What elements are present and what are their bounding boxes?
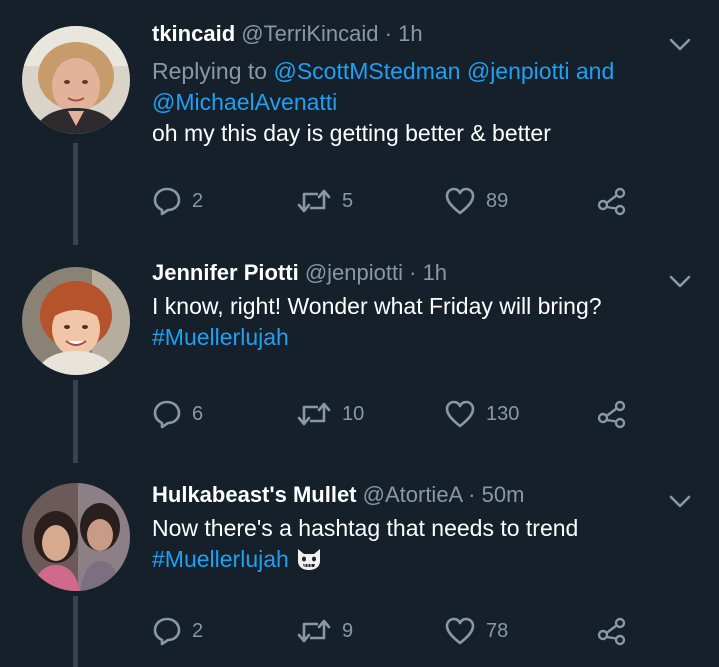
cat-face-emoji-icon xyxy=(298,549,321,570)
reply-count: 2 xyxy=(192,189,204,212)
handle[interactable]: @AtortieA xyxy=(363,482,462,507)
tweet-text: oh my this day is getting better & bette… xyxy=(152,120,551,146)
retweet-icon xyxy=(296,399,332,429)
tweet-1[interactable]: tkincaid @TerriKincaid · 1h Replying to … xyxy=(0,0,719,245)
retweet-icon xyxy=(296,186,332,216)
avatar-atortiea[interactable] xyxy=(22,483,130,591)
separator: · xyxy=(409,260,417,285)
separator: · xyxy=(468,482,476,507)
reply-button[interactable]: 2 xyxy=(152,616,203,646)
tweet-text: I know, right! Wonder what Friday will b… xyxy=(152,291,659,353)
share-icon xyxy=(596,616,628,646)
mention-link[interactable]: @ScottMStedman xyxy=(273,58,460,84)
handle[interactable]: @jenpiotti xyxy=(305,260,403,285)
retweet-count: 5 xyxy=(342,189,354,212)
reply-icon xyxy=(152,616,182,646)
chevron-down-icon[interactable] xyxy=(669,275,691,289)
thread-line xyxy=(73,380,78,463)
thread-line xyxy=(73,143,78,245)
mention-and: and xyxy=(575,58,615,84)
share-icon xyxy=(596,399,628,429)
timestamp[interactable]: 1h xyxy=(423,260,447,285)
share-icon xyxy=(596,186,628,216)
tweet-header: Hulkabeast's Mullet @AtortieA · 50m xyxy=(152,481,659,509)
tweet-text-body: Now there's a hashtag that needs to tren… xyxy=(152,515,579,541)
chevron-down-icon[interactable] xyxy=(669,38,691,52)
like-button[interactable]: 78 xyxy=(444,616,508,646)
like-count: 89 xyxy=(486,189,509,212)
retweet-count: 9 xyxy=(342,619,354,642)
reply-icon xyxy=(152,186,182,216)
tweet-header: tkincaid @TerriKincaid · 1h xyxy=(152,20,659,48)
timestamp[interactable]: 50m xyxy=(482,482,525,507)
share-button[interactable] xyxy=(596,186,628,216)
mention-link[interactable]: @jenpiotti xyxy=(467,58,570,84)
tweet-text: Now there's a hashtag that needs to tren… xyxy=(152,513,659,575)
reply-button[interactable]: 6 xyxy=(152,399,203,429)
avatar-tkincaid[interactable] xyxy=(22,26,130,134)
avatar-jenpiotti[interactable] xyxy=(22,267,130,375)
like-button[interactable]: 89 xyxy=(444,186,508,216)
reply-icon xyxy=(152,399,182,429)
like-count: 130 xyxy=(486,402,520,425)
like-icon xyxy=(444,616,476,646)
tweet-2[interactable]: Jennifer Piotti @jenpiotti · 1h I know, … xyxy=(0,245,719,463)
retweet-count: 10 xyxy=(342,402,365,425)
like-icon xyxy=(444,399,476,429)
handle[interactable]: @TerriKincaid xyxy=(241,21,378,46)
tweet-3[interactable]: Hulkabeast's Mullet @AtortieA · 50m Now … xyxy=(0,463,719,667)
hashtag-link[interactable]: #Muellerlujah xyxy=(152,324,289,350)
display-name[interactable]: Jennifer Piotti xyxy=(152,260,299,285)
hashtag-link[interactable]: #Muellerlujah xyxy=(152,546,289,572)
retweet-icon xyxy=(296,616,332,646)
like-icon xyxy=(444,186,476,216)
replying-to-label: Replying to xyxy=(152,58,268,84)
timestamp[interactable]: 1h xyxy=(398,21,422,46)
like-count: 78 xyxy=(486,619,509,642)
retweet-button[interactable]: 5 xyxy=(296,186,353,216)
reply-count: 6 xyxy=(192,402,204,425)
display-name[interactable]: tkincaid xyxy=(152,21,235,46)
thread-line xyxy=(73,596,78,667)
reply-button[interactable]: 2 xyxy=(152,186,203,216)
mention-link[interactable]: @MichaelAvenatti xyxy=(152,89,337,115)
share-button[interactable] xyxy=(596,616,628,646)
tweet-header: Jennifer Piotti @jenpiotti · 1h xyxy=(152,259,659,287)
like-button[interactable]: 130 xyxy=(444,399,519,429)
retweet-button[interactable]: 10 xyxy=(296,399,364,429)
display-name[interactable]: Hulkabeast's Mullet xyxy=(152,482,357,507)
chevron-down-icon[interactable] xyxy=(669,495,691,509)
retweet-button[interactable]: 9 xyxy=(296,616,353,646)
replying-to: Replying to @ScottMStedman @jenpiotti an… xyxy=(152,56,659,118)
share-button[interactable] xyxy=(596,399,628,429)
reply-count: 2 xyxy=(192,619,204,642)
tweet-text-body: I know, right! Wonder what Friday will b… xyxy=(152,293,602,319)
separator: · xyxy=(384,21,392,46)
